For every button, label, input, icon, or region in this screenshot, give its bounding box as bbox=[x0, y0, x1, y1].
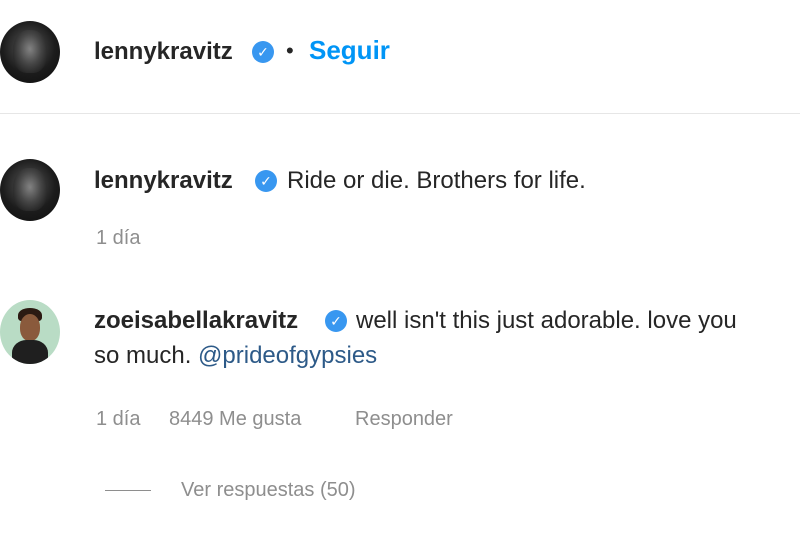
comment-text-line1: well isn't this just adorable. love you bbox=[356, 307, 737, 334]
view-replies-button[interactable]: Ver respuestas (50) bbox=[181, 479, 356, 502]
header-divider bbox=[0, 113, 800, 114]
verified-badge-icon: ✓ bbox=[255, 170, 277, 192]
comment-username[interactable]: zoeisabellakravitz bbox=[94, 307, 298, 335]
replies-divider bbox=[105, 490, 151, 491]
reply-button[interactable]: Responder bbox=[355, 408, 453, 431]
comment-likes[interactable]: 8449 Me gusta bbox=[169, 408, 301, 431]
comment-text-line2: so much. @prideofgypsies bbox=[94, 342, 377, 370]
header-username[interactable]: lennykravitz bbox=[94, 38, 233, 66]
mention-link[interactable]: @prideofgypsies bbox=[198, 342, 377, 369]
follow-button[interactable]: Seguir bbox=[309, 35, 390, 66]
verified-badge-icon: ✓ bbox=[252, 41, 274, 63]
header-avatar[interactable] bbox=[0, 21, 60, 83]
caption-username[interactable]: lennykravitz bbox=[94, 167, 233, 195]
verified-badge-icon: ✓ bbox=[325, 310, 347, 332]
caption-avatar[interactable] bbox=[0, 159, 60, 221]
comment-avatar[interactable] bbox=[0, 300, 60, 364]
caption-text: Ride or die. Brothers for life. bbox=[287, 167, 586, 194]
caption-time[interactable]: 1 día bbox=[96, 227, 140, 250]
separator-dot: • bbox=[286, 38, 294, 63]
comment-time[interactable]: 1 día bbox=[96, 408, 140, 431]
comment-text-so-much: so much. bbox=[94, 342, 192, 369]
